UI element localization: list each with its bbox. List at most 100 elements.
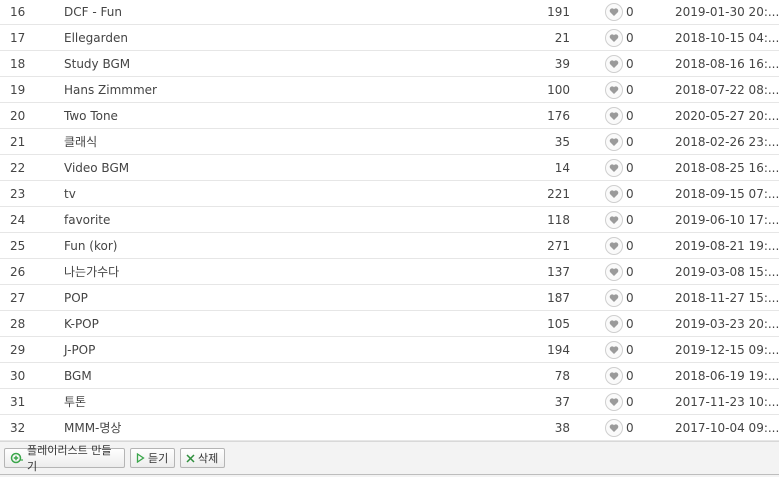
row-number: 18 [10, 56, 26, 71]
play-icon [136, 453, 145, 463]
playlist-title[interactable]: Ellegarden [64, 25, 444, 50]
like-count: 0 [626, 56, 634, 71]
heart-icon[interactable] [605, 314, 623, 333]
playlist-title[interactable]: K-POP [64, 311, 444, 336]
table-row[interactable]: 32 MMM-명상 38 0 2017-10-04 09:... [0, 415, 779, 441]
created-date: 2020-05-27 20:... [675, 108, 779, 123]
table-row[interactable]: 27 POP 187 0 2018-11-27 15:... [0, 285, 779, 311]
like-count: 0 [626, 134, 634, 149]
like-control[interactable]: 0 [605, 155, 655, 180]
make-playlist-button[interactable]: 플레이리스트 만들기 [4, 444, 125, 473]
add-playlist-icon [10, 452, 24, 464]
track-count: 37 [554, 394, 570, 409]
playlist-title[interactable]: 클래식 [64, 129, 444, 154]
footer-divider [0, 474, 779, 475]
heart-icon[interactable] [605, 210, 623, 229]
table-row[interactable]: 29 J-POP 194 0 2019-12-15 09:... [0, 337, 779, 363]
like-control[interactable]: 0 [605, 77, 655, 102]
like-control[interactable]: 0 [605, 233, 655, 258]
track-count: 78 [554, 368, 570, 383]
created-date: 2018-09-15 07:... [675, 186, 779, 201]
like-control[interactable]: 0 [605, 285, 655, 310]
heart-icon[interactable] [605, 392, 623, 411]
make-playlist-label: 플레이리스트 만들기 [27, 444, 112, 473]
heart-icon[interactable] [605, 80, 623, 99]
like-count: 0 [626, 30, 634, 45]
table-row[interactable]: 16 DCF - Fun 191 0 2019-01-30 20:... [0, 0, 779, 25]
heart-icon[interactable] [605, 236, 623, 255]
delete-button[interactable]: 삭제 [180, 448, 225, 468]
table-row[interactable]: 24 favorite 118 0 2019-06-10 17:... [0, 207, 779, 233]
listen-button[interactable]: 듣기 [130, 448, 175, 468]
playlist-table: 16 DCF - Fun 191 0 2019-01-30 20:... 17 … [0, 0, 779, 441]
heart-icon[interactable] [605, 288, 623, 307]
playlist-title[interactable]: J-POP [64, 337, 444, 362]
table-row[interactable]: 19 Hans Zimmmer 100 0 2018-07-22 08:... [0, 77, 779, 103]
row-number: 27 [10, 290, 26, 305]
table-row[interactable]: 26 나는가수다 137 0 2019-03-08 15:... [0, 259, 779, 285]
playlist-title[interactable]: POP [64, 285, 444, 310]
playlist-title[interactable]: Video BGM [64, 155, 444, 180]
heart-icon[interactable] [605, 132, 623, 151]
playlist-title[interactable]: BGM [64, 363, 444, 388]
like-count: 0 [626, 394, 634, 409]
table-row[interactable]: 25 Fun (kor) 271 0 2019-08-21 19:... [0, 233, 779, 259]
heart-icon[interactable] [605, 184, 623, 203]
created-date: 2018-02-26 23:... [675, 134, 779, 149]
playlist-title[interactable]: 나는가수다 [64, 259, 444, 284]
like-control[interactable]: 0 [605, 103, 655, 128]
playlist-title[interactable]: MMM-명상 [64, 415, 444, 440]
table-row[interactable]: 18 Study BGM 39 0 2018-08-16 16:... [0, 51, 779, 77]
heart-icon[interactable] [605, 366, 623, 385]
row-number: 16 [10, 5, 26, 19]
playlist-title[interactable]: Hans Zimmmer [64, 77, 444, 102]
table-row[interactable]: 30 BGM 78 0 2018-06-19 19:... [0, 363, 779, 389]
like-control[interactable]: 0 [605, 129, 655, 154]
like-control[interactable]: 0 [605, 311, 655, 336]
table-row[interactable]: 21 클래식 35 0 2018-02-26 23:... [0, 129, 779, 155]
close-icon [186, 453, 195, 463]
track-count: 35 [554, 134, 570, 149]
like-control[interactable]: 0 [605, 389, 655, 414]
row-number: 22 [10, 160, 26, 175]
like-control[interactable]: 0 [605, 207, 655, 232]
like-count: 0 [626, 5, 634, 19]
table-row[interactable]: 31 투톤 37 0 2017-11-23 10:... [0, 389, 779, 415]
table-row[interactable]: 20 Two Tone 176 0 2020-05-27 20:... [0, 103, 779, 129]
playlist-title[interactable]: Study BGM [64, 51, 444, 76]
heart-icon[interactable] [605, 54, 623, 73]
heart-icon[interactable] [605, 418, 623, 437]
table-row[interactable]: 23 tv 221 0 2018-09-15 07:... [0, 181, 779, 207]
heart-icon[interactable] [605, 3, 623, 21]
like-control[interactable]: 0 [605, 0, 655, 24]
heart-icon[interactable] [605, 340, 623, 359]
like-control[interactable]: 0 [605, 337, 655, 362]
like-control[interactable]: 0 [605, 25, 655, 50]
playlist-title[interactable]: Fun (kor) [64, 233, 444, 258]
footer-toolbar: 플레이리스트 만들기 듣기 삭제 [0, 441, 779, 477]
heart-icon[interactable] [605, 106, 623, 125]
created-date: 2019-03-08 15:... [675, 264, 779, 279]
row-number: 21 [10, 134, 26, 149]
table-row[interactable]: 28 K-POP 105 0 2019-03-23 20:... [0, 311, 779, 337]
heart-icon[interactable] [605, 28, 623, 47]
playlist-title[interactable]: 투톤 [64, 389, 444, 414]
like-control[interactable]: 0 [605, 363, 655, 388]
like-control[interactable]: 0 [605, 415, 655, 440]
like-count: 0 [626, 316, 634, 331]
heart-icon[interactable] [605, 158, 623, 177]
table-row[interactable]: 17 Ellegarden 21 0 2018-10-15 04:... [0, 25, 779, 51]
playlist-title[interactable]: DCF - Fun [64, 0, 444, 24]
like-count: 0 [626, 108, 634, 123]
row-number: 29 [10, 342, 26, 357]
like-control[interactable]: 0 [605, 259, 655, 284]
playlist-title[interactable]: tv [64, 181, 444, 206]
playlist-title[interactable]: Two Tone [64, 103, 444, 128]
table-row[interactable]: 22 Video BGM 14 0 2018-08-25 16:... [0, 155, 779, 181]
heart-icon[interactable] [605, 262, 623, 281]
like-control[interactable]: 0 [605, 181, 655, 206]
row-number: 24 [10, 212, 26, 227]
like-control[interactable]: 0 [605, 51, 655, 76]
playlist-title[interactable]: favorite [64, 207, 444, 232]
row-number: 31 [10, 394, 26, 409]
